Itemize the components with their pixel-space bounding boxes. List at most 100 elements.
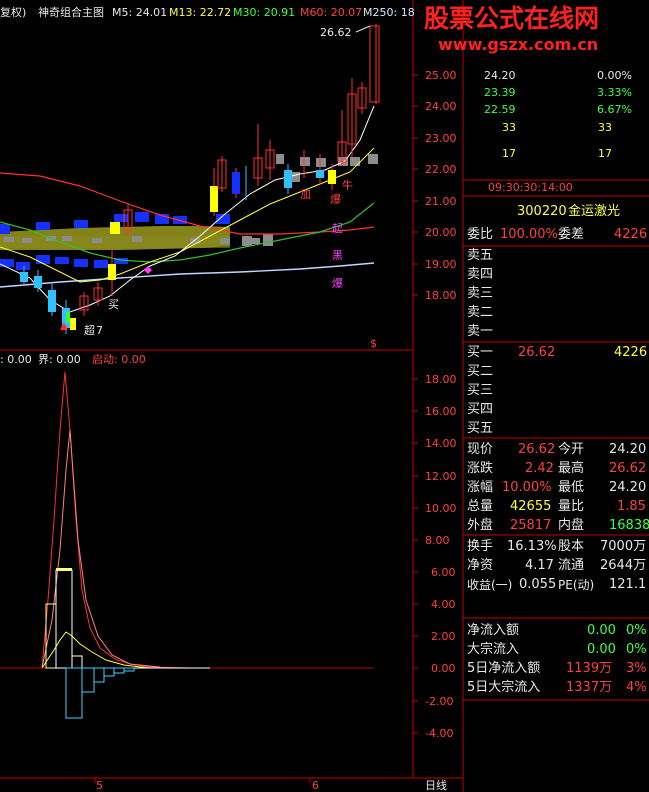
indicator-tick: 8.00: [425, 534, 450, 547]
stock-code: 300220: [517, 204, 567, 219]
weicha-label: 委差: [558, 227, 585, 242]
flow-pct: 0%: [626, 623, 647, 638]
mark-bao-2: 爆: [332, 277, 343, 290]
mark-jia: 加: [300, 188, 311, 201]
mark-buy: 买: [108, 298, 119, 311]
buy-level: 买三: [467, 383, 494, 398]
indicator-tick: 18.00: [425, 373, 457, 386]
stock-chart-canvas[interactable]: [0, 0, 649, 792]
mini-pct: 3.33%: [597, 86, 632, 99]
stat-value: 25817: [510, 518, 552, 533]
fin-value: 7000万: [600, 539, 647, 554]
ma5-value: M5: 24.01: [112, 6, 168, 19]
mini-price: 24.20: [484, 69, 516, 82]
stat-value: 10.00%: [502, 480, 552, 495]
stock-name: 金运激光: [568, 204, 621, 219]
date-label-6: 6: [312, 779, 319, 792]
buy-volume: 4226: [614, 345, 648, 360]
stat-value: 24.20: [609, 480, 647, 495]
indicator-tick: 16.00: [425, 405, 457, 418]
flow-label: 5日净流入额: [467, 661, 541, 676]
indicator-value-c: 启动: 0.00: [92, 353, 146, 366]
mark-hei: 黑: [332, 249, 343, 262]
fin-label: 股本: [558, 539, 585, 554]
stat-value: 24.20: [609, 442, 647, 457]
stat-label: 外盘: [467, 518, 494, 533]
fin-value: 121.1: [609, 577, 647, 592]
stat-label: 涨跌: [467, 461, 494, 476]
buy-level: 买四: [467, 402, 494, 417]
stat-value: 26.62: [518, 442, 556, 457]
stat-label: 最高: [558, 461, 585, 476]
stat-label: 总量: [467, 499, 494, 514]
indicator-tick: 10.00: [425, 502, 457, 515]
fin-label: 收益(一): [467, 578, 513, 592]
stat-label: 今开: [558, 442, 585, 457]
period-label[interactable]: 日线: [425, 779, 447, 792]
indicator-title[interactable]: 神奇组合主图: [38, 6, 104, 19]
fin-label: 净资: [467, 558, 494, 573]
flow-value: 1139万: [566, 661, 613, 676]
stat-label: 现价: [467, 442, 494, 457]
indicator-lines: [0, 371, 374, 719]
ma250: [0, 262, 375, 288]
fq-label: 复权): [0, 6, 27, 19]
ma250-value: M250: 18: [363, 6, 415, 19]
mark-s: $: [370, 337, 377, 350]
mark-qi: 起: [332, 222, 343, 235]
indicator-tick: 4.00: [431, 598, 456, 611]
fin-value: 2644万: [600, 558, 647, 573]
weibi-value: 100.00%: [500, 227, 558, 242]
mini-pct: 6.67%: [597, 103, 632, 116]
buy-level: 买一: [467, 345, 494, 360]
price-tick: 22.00: [425, 163, 457, 176]
mark-niu: 牛: [342, 179, 353, 192]
mini-price: 22.59: [484, 103, 516, 116]
weibi-label: 委比: [467, 227, 494, 242]
watermark-title: 股票公式在线网: [424, 4, 600, 33]
flow-label: 净流入额: [467, 623, 520, 638]
flow-value: 1337万: [566, 680, 613, 695]
candles: [20, 24, 380, 334]
indicator-value-a: : 0.00: [0, 353, 32, 366]
mini-vol: 33: [502, 121, 516, 134]
price-tick: 19.00: [425, 258, 457, 271]
high-price-label: 26.62: [320, 26, 352, 39]
ma30-value: M30: 20.91: [233, 6, 296, 19]
mini-time-axis: 09:30:30:14:00: [488, 181, 573, 194]
buy-level: 买五: [467, 421, 494, 436]
stat-label: 量比: [558, 499, 585, 514]
price-tick: 24.00: [425, 100, 457, 113]
indicator-tick: -4.00: [425, 727, 454, 740]
indicator-tick: 2.00: [431, 630, 456, 643]
ma13-value: M13: 22.72: [169, 6, 232, 19]
mark-chao: 超: [84, 324, 95, 337]
ma60-value: M60: 20.07: [300, 6, 363, 19]
flow-value: 0.00: [587, 642, 616, 657]
indicator-tick: -2.00: [425, 695, 454, 708]
mini-price: 23.39: [484, 86, 516, 99]
fin-value: 0.055: [519, 577, 557, 592]
stat-value: 2.42: [525, 461, 554, 476]
mark-seven: 7: [96, 324, 103, 337]
stat-value: 1.85: [617, 499, 646, 514]
ma5: [0, 105, 375, 313]
fin-value: 16.13%: [507, 539, 557, 554]
buy-level: 买二: [467, 364, 494, 379]
weicha-value: 4226: [614, 227, 648, 242]
price-tick: 18.00: [425, 289, 457, 302]
flow-label: 5日大宗流入: [467, 680, 541, 695]
sell-level: 卖三: [467, 286, 494, 301]
flow-value: 0.00: [587, 623, 616, 638]
date-label-5: 5: [96, 779, 103, 792]
fin-value: 4.17: [525, 558, 554, 573]
mini-pct: 0.00%: [597, 69, 632, 82]
buy-price: 26.62: [518, 345, 556, 360]
stat-value: 42655: [510, 499, 552, 514]
stat-label: 内盘: [558, 518, 585, 533]
sell-level: 卖二: [467, 305, 494, 320]
indicator-tick: 14.00: [425, 437, 457, 450]
price-tick: 21.00: [425, 195, 457, 208]
sell-level: 卖一: [467, 324, 494, 339]
fin-label: 流通: [558, 558, 585, 573]
